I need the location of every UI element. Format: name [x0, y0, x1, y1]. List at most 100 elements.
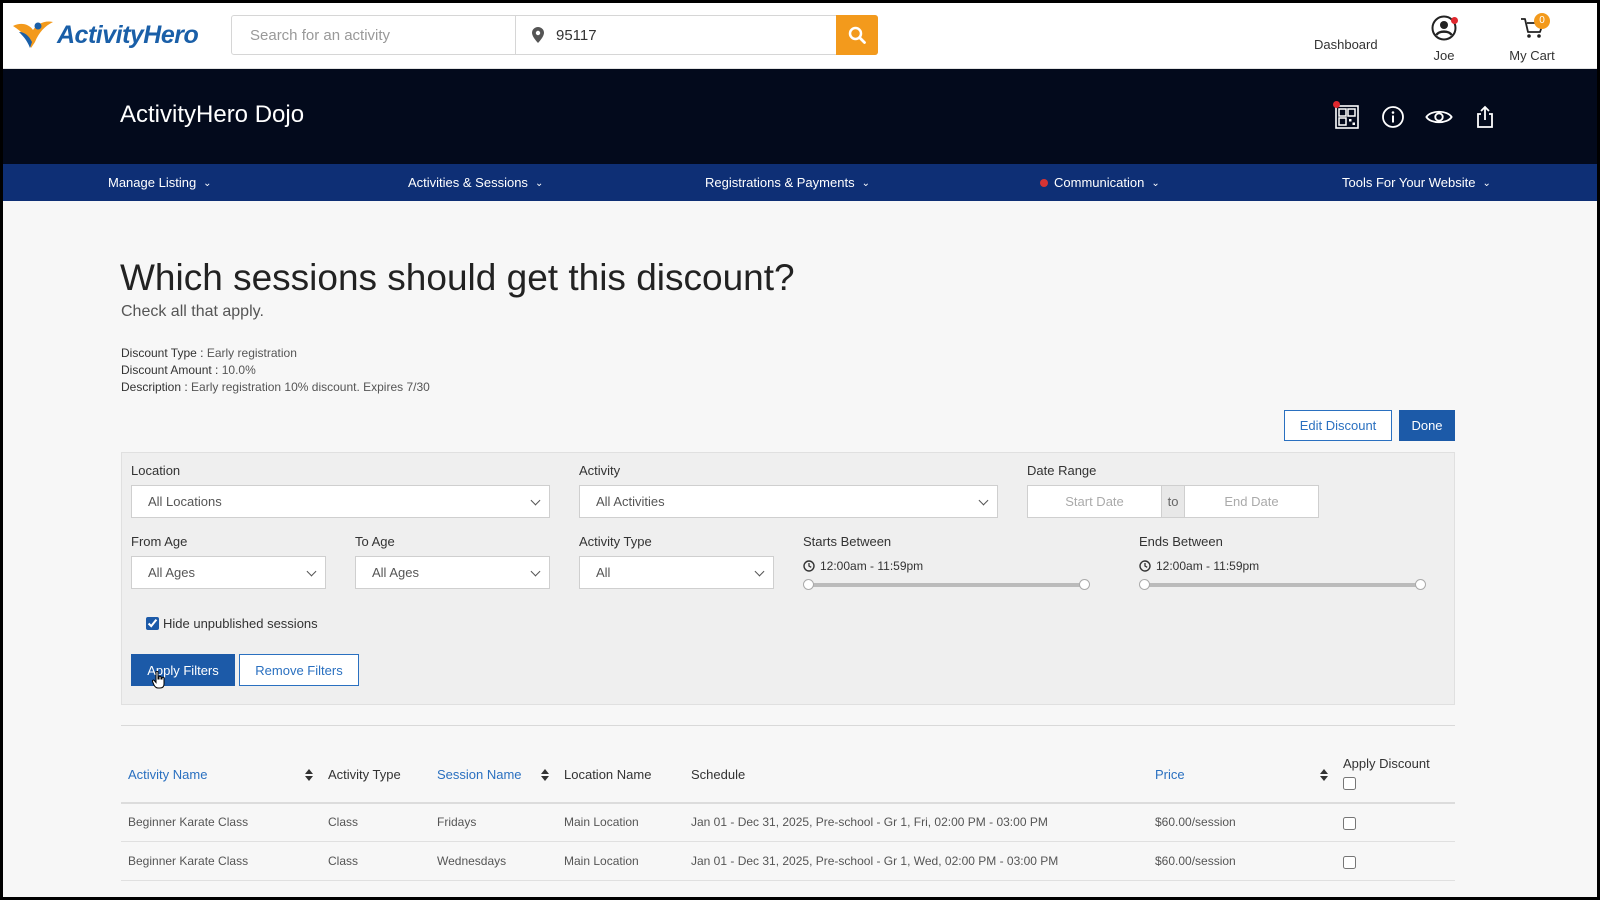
slider-min-handle[interactable] — [1139, 579, 1150, 590]
activity-search-input[interactable] — [232, 16, 516, 54]
description-row: Description : Early registration 10% dis… — [121, 380, 430, 394]
cart-count-badge: 0 — [1534, 13, 1550, 29]
col-activity-name[interactable]: Activity Name — [128, 767, 207, 782]
starts-between-range: 12:00am - 11:59pm — [803, 559, 923, 573]
activity-type-select-value: All — [596, 565, 611, 580]
clock-icon — [1139, 560, 1151, 572]
discount-amount-value: 10.0% — [221, 363, 256, 377]
nav-label: Communication — [1054, 175, 1145, 190]
cell-location-name: Main Location — [564, 854, 639, 868]
preview-button[interactable] — [1425, 103, 1453, 131]
slider-max-handle[interactable] — [1415, 579, 1426, 590]
ends-between-slider[interactable] — [1139, 579, 1426, 590]
sort-icon[interactable] — [1320, 769, 1328, 781]
location-input[interactable] — [516, 16, 832, 54]
clock-icon — [803, 560, 815, 572]
from-age-select[interactable]: All Ages — [131, 556, 326, 589]
logo-wordmark: ActivityHero — [57, 20, 199, 49]
done-button[interactable]: Done — [1399, 410, 1455, 441]
col-activity-type: Activity Type — [328, 767, 401, 782]
ends-between-range: 12:00am - 11:59pm — [1139, 559, 1259, 573]
provider-header: ActivityHero Dojo — [3, 69, 1597, 164]
chevron-down-icon — [530, 566, 541, 577]
cart-menu[interactable]: 0 My Cart — [1497, 13, 1567, 63]
activity-type-select[interactable]: All — [579, 556, 774, 589]
location-label: Location — [131, 463, 181, 478]
chevron-down-icon: ⌄ — [203, 178, 212, 189]
hide-unpublished-option[interactable]: Hide unpublished sessions — [146, 616, 318, 631]
slider-max-handle[interactable] — [1079, 579, 1090, 590]
start-date-input[interactable] — [1028, 486, 1161, 517]
location-select[interactable]: All Locations — [131, 485, 550, 518]
end-date-input[interactable] — [1185, 486, 1318, 517]
discount-amount-row: Discount Amount : 10.0% — [121, 363, 256, 377]
nav-activities-sessions[interactable]: Activities & Sessions ⌄ — [408, 175, 543, 190]
nav-communication[interactable]: Communication ⌄ — [1040, 175, 1160, 190]
user-menu[interactable]: Joe — [1414, 15, 1474, 63]
info-button[interactable] — [1379, 103, 1407, 131]
starts-between-slider[interactable] — [803, 579, 1090, 590]
to-age-select[interactable]: All Ages — [355, 556, 550, 589]
cell-activity-type: Class — [328, 815, 359, 829]
starts-between-value: 12:00am - 11:59pm — [820, 559, 924, 573]
location-field — [516, 16, 832, 54]
qr-code-icon — [1335, 105, 1359, 129]
provider-title: ActivityHero Dojo — [120, 101, 305, 128]
chevron-down-icon: ⌄ — [861, 178, 870, 189]
remove-filters-button[interactable]: Remove Filters — [239, 654, 359, 686]
cell-schedule: Jan 01 - Dec 31, 2025, Pre-school - Gr 1… — [691, 854, 1059, 868]
header-actions — [1333, 101, 1499, 131]
top-bar: ActivityHero Dashboard — [3, 3, 1597, 69]
search-icon — [848, 26, 866, 44]
chevron-down-icon — [530, 495, 541, 506]
discount-amount-label: Discount Amount — [121, 363, 212, 377]
chevron-down-icon — [754, 566, 765, 577]
dashboard-link[interactable]: Dashboard — [1314, 37, 1378, 52]
apply-discount-checkbox[interactable] — [1343, 856, 1356, 869]
apply-filters-button[interactable]: Apply Filters — [131, 654, 235, 686]
sort-icon[interactable] — [305, 769, 313, 781]
activity-select[interactable]: All Activities — [579, 485, 998, 518]
select-all-checkbox[interactable] — [1343, 777, 1356, 790]
discount-type-label: Discount Type — [121, 346, 197, 360]
to-age-select-value: All Ages — [372, 565, 419, 580]
eye-icon — [1425, 110, 1453, 124]
table-row: Beginner Karate Class Class Fridays Main… — [121, 804, 1455, 842]
info-icon — [1382, 106, 1404, 128]
cell-schedule: Jan 01 - Dec 31, 2025, Pre-school - Gr 1… — [691, 815, 1048, 829]
description-value: Early registration 10% discount. Expires… — [191, 380, 430, 394]
col-session-name[interactable]: Session Name — [437, 767, 522, 782]
hero-logo-icon — [13, 21, 53, 48]
from-age-label: From Age — [131, 534, 188, 549]
cell-price: $60.00/session — [1155, 815, 1236, 829]
chevron-down-icon: ⌄ — [1151, 178, 1160, 189]
activityhero-logo[interactable]: ActivityHero — [11, 15, 199, 55]
from-age-select-value: All Ages — [148, 565, 195, 580]
divider — [121, 725, 1455, 726]
cell-session-name: Wednesdays — [437, 854, 507, 868]
edit-discount-button[interactable]: Edit Discount — [1284, 410, 1392, 441]
hide-unpublished-checkbox[interactable] — [146, 617, 159, 630]
nav-manage-listing[interactable]: Manage Listing ⌄ — [108, 175, 212, 190]
col-apply-discount: Apply Discount — [1343, 756, 1430, 771]
sort-icon[interactable] — [541, 769, 549, 781]
qr-code-button[interactable] — [1333, 101, 1361, 131]
activity-select-value: All Activities — [596, 494, 665, 509]
col-location-name: Location Name — [564, 767, 652, 782]
slider-min-handle[interactable] — [803, 579, 814, 590]
date-range-field: to — [1027, 485, 1319, 518]
nav-registrations-payments[interactable]: Registrations & Payments ⌄ — [705, 175, 870, 190]
col-price[interactable]: Price — [1155, 767, 1185, 782]
search-button[interactable] — [836, 15, 878, 55]
apply-discount-checkbox[interactable] — [1343, 817, 1356, 830]
app-frame: ActivityHero Dashboard — [3, 3, 1597, 897]
nav-label: Manage Listing — [108, 175, 197, 190]
filter-panel: Location All Locations Activity All Acti… — [121, 452, 1455, 705]
nav-label: Tools For Your Website — [1342, 175, 1476, 190]
cell-activity-name: Beginner Karate Class — [128, 815, 249, 829]
nav-label: Registrations & Payments — [705, 175, 855, 190]
share-button[interactable] — [1471, 103, 1499, 131]
chevron-down-icon: ⌄ — [1482, 178, 1491, 189]
location-select-value: All Locations — [148, 494, 222, 509]
nav-tools-website[interactable]: Tools For Your Website ⌄ — [1342, 175, 1491, 190]
